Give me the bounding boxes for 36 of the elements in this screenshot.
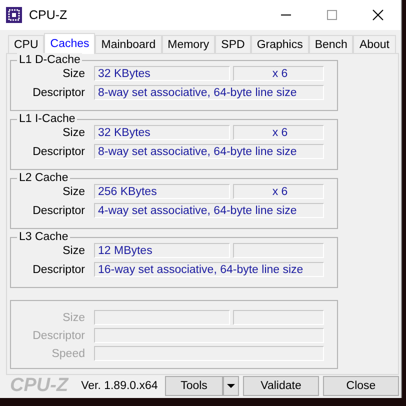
- tab[interactable]: CPU: [8, 35, 44, 53]
- tab[interactable]: Memory: [162, 35, 216, 53]
- tab[interactable]: SPD: [215, 35, 251, 53]
- count-field: x 6: [233, 125, 324, 140]
- tab[interactable]: Graphics: [250, 35, 309, 53]
- value-field: 16-way set associative, 64-byte line size: [94, 262, 324, 277]
- field-label: Descriptor: [32, 146, 85, 158]
- value-field: 256 KBytes: [94, 184, 230, 199]
- value-field: 32 KBytes: [94, 66, 230, 81]
- count-field: x 6: [233, 184, 324, 199]
- field-label: Size: [62, 244, 85, 256]
- footer-button[interactable]: Close: [323, 376, 399, 396]
- field-label: Descriptor: [32, 330, 85, 342]
- tab[interactable]: Bench: [308, 35, 354, 53]
- footer-button[interactable]: Validate: [243, 376, 319, 396]
- window-title: CPU-Z: [29, 8, 68, 22]
- value-field: 8-way set associative, 64-byte line size: [94, 144, 324, 159]
- count-field: x 6: [233, 66, 324, 81]
- field-label: Size: [62, 68, 85, 80]
- tab[interactable]: Caches: [44, 33, 96, 54]
- field-label: Size: [62, 126, 85, 138]
- field-label: Descriptor: [32, 204, 85, 216]
- field-label: Speed: [50, 348, 85, 360]
- field-label: Descriptor: [32, 264, 85, 276]
- field-label: Size: [62, 186, 85, 198]
- tab[interactable]: About: [353, 35, 396, 53]
- value-field: 8-way set associative, 64-byte line size: [94, 85, 324, 100]
- logo: CPU-Z: [10, 375, 68, 397]
- value-field: 32 KBytes: [94, 125, 230, 140]
- version-text: Ver. 1.89.0.x64: [81, 380, 158, 392]
- value-field: 12 MBytes: [94, 243, 230, 258]
- tools-button[interactable]: Tools: [165, 376, 223, 396]
- field-label: Size: [62, 312, 85, 324]
- tab[interactable]: Mainboard: [95, 35, 162, 53]
- field-label: Descriptor: [32, 86, 85, 98]
- value-field: 4-way set associative, 64-byte line size: [94, 203, 324, 218]
